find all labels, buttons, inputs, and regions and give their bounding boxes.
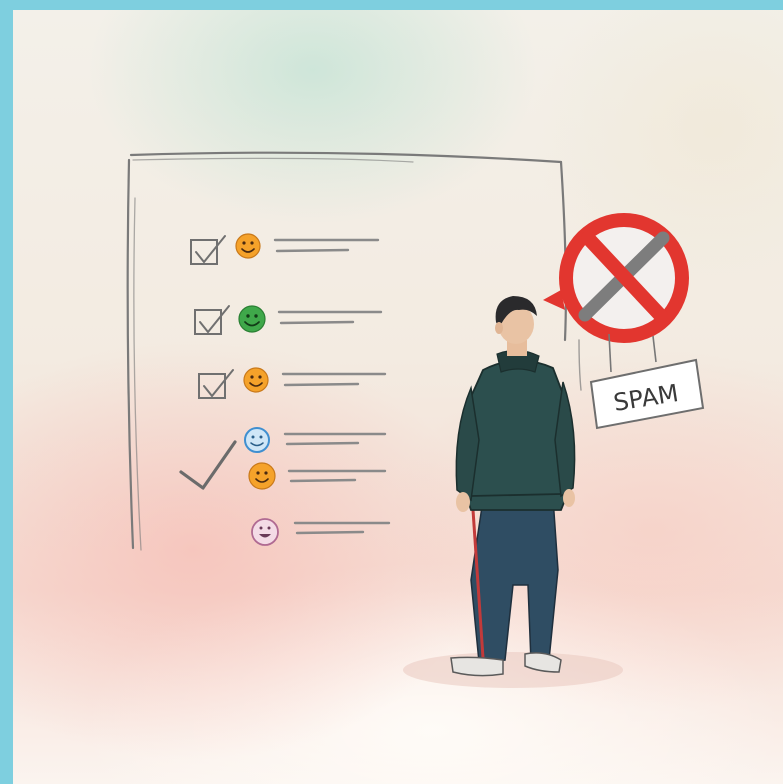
person-pants — [470, 497, 559, 663]
smiley-face-icon — [235, 233, 261, 259]
person-shoe — [450, 656, 504, 677]
floor-shadow — [403, 652, 623, 688]
smiley-face-icon — [238, 305, 266, 333]
illustration-canvas: SPAM — [13, 10, 783, 784]
smiley-face-icon — [243, 367, 269, 393]
spam-sign: SPAM — [589, 358, 705, 430]
smiley-face-icon — [244, 427, 270, 453]
checkbox-icon — [190, 235, 226, 265]
checkbox-icon — [194, 305, 230, 335]
checklist-row — [194, 305, 383, 335]
text-lines — [283, 432, 387, 446]
text-lines — [287, 469, 387, 483]
checklist-row — [251, 518, 391, 546]
person — [450, 296, 576, 677]
checklist-row — [248, 462, 387, 490]
checkmark-icon — [179, 440, 237, 490]
text-lines — [293, 521, 391, 535]
text-lines — [281, 372, 387, 387]
text-lines — [273, 238, 380, 253]
checklist-row — [198, 367, 387, 399]
checkbox-icon — [198, 369, 234, 399]
checklist-row — [244, 427, 387, 453]
checklist-row — [190, 233, 380, 265]
text-lines — [277, 310, 383, 325]
illustration-scene: SPAM — [126, 151, 705, 688]
smiley-face-icon — [251, 518, 279, 546]
image-frame: SPAM — [0, 0, 783, 784]
smiley-face-icon — [248, 462, 276, 490]
